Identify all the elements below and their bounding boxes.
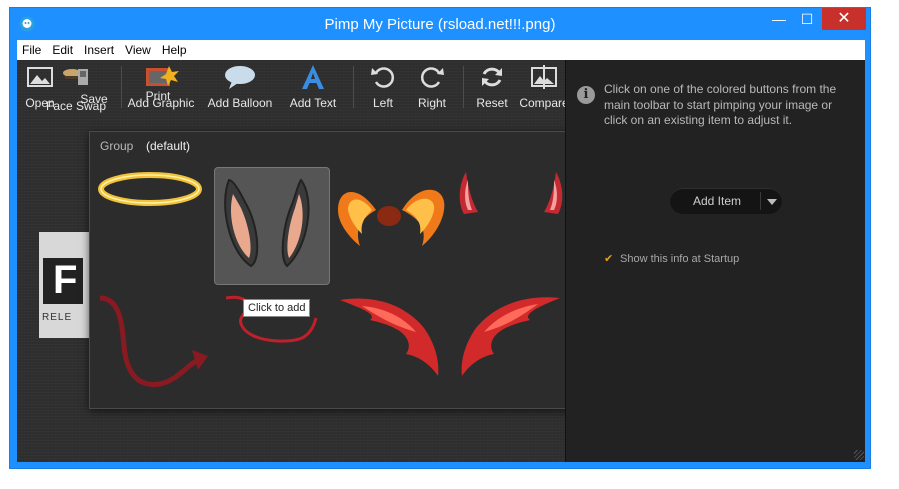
group-value: (default) [146,139,191,153]
rotate-left-button[interactable]: Left [367,63,399,113]
halo-icon [98,172,202,206]
add-text-button[interactable]: Add Text [285,63,341,113]
resize-grip-icon[interactable] [854,450,864,460]
split-divider [760,192,761,210]
add-item-button[interactable]: Add Item [670,188,782,214]
rotate-right-icon [421,67,444,88]
devil-tail-icon [99,295,208,388]
menu-bar: File Edit Insert View Help [17,40,865,60]
main-toolbar: Open Face Swap Save Add Graphic Print Ad… [17,60,569,116]
graphic-item-halo[interactable] [96,166,212,284]
workspace: F RELE Open Face Swap Save Add Graphic P… [17,60,865,462]
graphic-grid: Click to add [96,166,570,402]
flame-wings-icon [338,189,445,246]
info-text: Click on one of the colored buttons from… [604,82,837,127]
info-panel: i Click on one of the colored buttons fr… [565,60,865,462]
toolbar-separator [463,66,464,108]
close-button[interactable]: ✕ [822,8,866,30]
add-balloon-button[interactable]: Add Balloon [207,63,273,113]
show-at-startup-checkbox[interactable]: ✔ Show this info at Startup [604,252,739,265]
menu-file[interactable]: File [17,40,47,57]
menu-help[interactable]: Help [157,40,193,57]
bunny-ears-icon [224,178,310,268]
print-button[interactable]: Print [141,63,175,113]
reset-refresh-icon [482,67,502,87]
menu-edit[interactable]: Edit [47,40,79,57]
image-caption: RELE [42,312,73,323]
graphic-item-devil-horns[interactable] [452,166,568,284]
group-label: Group [100,139,134,153]
menu-view[interactable]: View [120,40,157,57]
rotate-left-icon [371,67,394,88]
graphic-item-flame-wings[interactable] [336,166,452,284]
compare-button[interactable]: Compare [517,63,571,113]
graphic-item-devil-wings[interactable] [332,284,568,402]
group-selector[interactable]: Group (default) ▲▼ [90,132,592,160]
canvas-image[interactable]: F RELE [39,232,89,338]
graphic-item-devil-tail[interactable] [96,284,212,402]
graphic-picker-popup: Group (default) ▲▼ [89,131,593,409]
rotate-right-button[interactable]: Right [415,63,449,113]
graphic-item-bunny-ears[interactable] [214,167,330,285]
click-to-add-tooltip: Click to add [243,299,311,317]
app-window: Pimp My Picture (rsload.net!!!.png) — ☐ … [9,7,871,469]
toolbar-separator [121,66,122,108]
startup-label: Show this info at Startup [620,253,740,265]
maximize-button[interactable]: ☐ [794,8,820,30]
reset-button[interactable]: Reset [473,63,511,113]
minimize-button[interactable]: — [766,8,792,30]
compare-image-icon [531,65,557,89]
info-icon: i [577,86,595,104]
checkmark-icon: ✔ [604,253,614,265]
text-letter-icon [302,65,324,89]
devil-horns-icon [459,172,563,214]
window-title: Pimp My Picture (rsload.net!!!.png) [324,16,556,33]
devil-wings-icon [340,297,560,376]
menu-insert[interactable]: Insert [79,40,120,57]
title-bar[interactable]: Pimp My Picture (rsload.net!!!.png) — ☐ … [10,8,870,40]
save-button[interactable]: Save [77,63,111,113]
speech-balloon-icon [225,66,255,89]
chevron-down-icon[interactable] [767,199,777,205]
image-letter: F [53,258,78,302]
toolbar-separator [353,66,354,108]
